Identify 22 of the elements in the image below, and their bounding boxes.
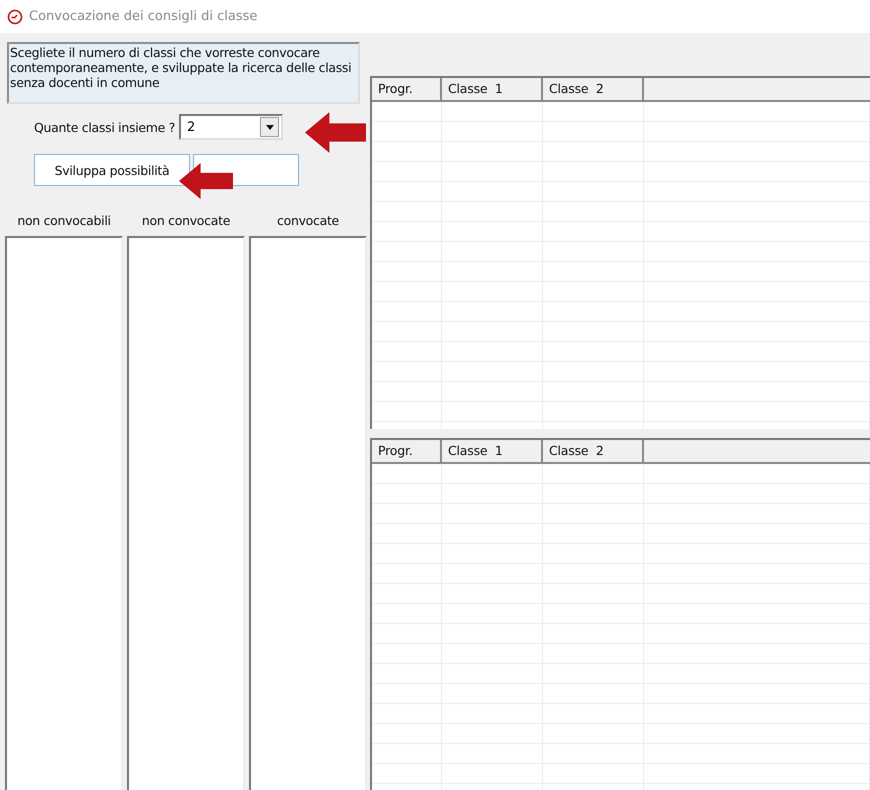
list-title: convocate (276, 213, 340, 228)
list-box[interactable] (5, 236, 123, 790)
instructions-text: Scegliete il numero di classi che vorreste convocare contemporaneamente, e sviluppate la ricerca delle classi senza docenti in comune (7, 42, 360, 104)
class-count-dropdown[interactable]: 2 (179, 114, 284, 140)
clock-icon (7, 8, 23, 24)
column-header[interactable]: Classe 1 (442, 440, 543, 462)
class-count-label: Quante classi insieme ? (34, 120, 176, 134)
data-grid[interactable]: Progr. Classe 1 Classe 2 (370, 76, 870, 428)
data-grid[interactable]: Progr. Classe 1 Classe 2 (370, 438, 870, 790)
list-title: non convocate (140, 213, 232, 228)
arrow-icon (305, 112, 366, 153)
column-header[interactable]: Progr. (372, 78, 442, 100)
column-header[interactable]: Progr. (372, 440, 442, 462)
dropdown-arrow-icon (266, 124, 274, 130)
window-title: Convocazione dei consigli di classe (29, 9, 258, 24)
develop-button[interactable]: Sviluppa possibilità (34, 154, 190, 186)
list-title: non convocabili (16, 213, 112, 228)
column-header[interactable]: Classe 2 (543, 440, 644, 462)
list-box[interactable] (249, 236, 367, 790)
list-box[interactable] (127, 236, 245, 790)
column-header[interactable]: Classe 1 (442, 78, 543, 100)
column-header[interactable]: Classe 2 (543, 78, 644, 100)
